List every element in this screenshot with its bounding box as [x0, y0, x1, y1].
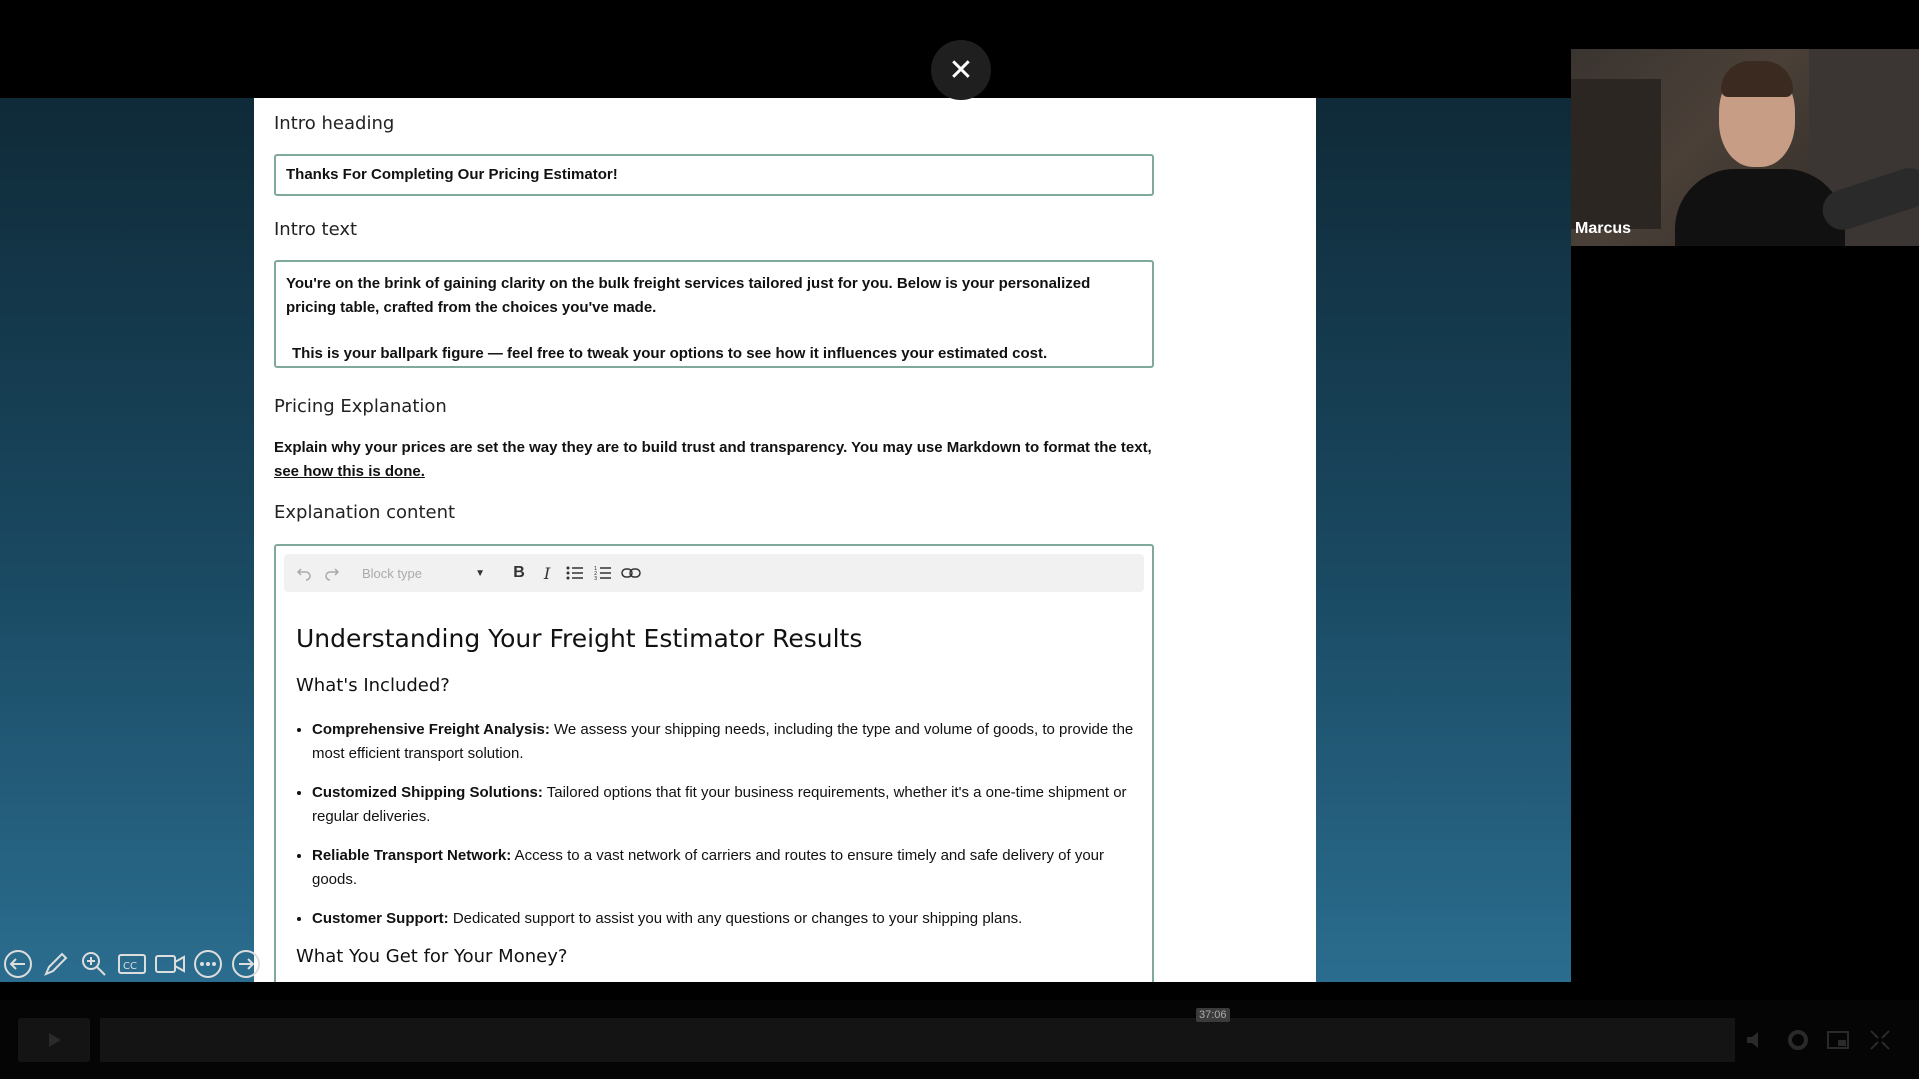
numbered-list-icon[interactable]: 123 — [589, 559, 617, 587]
pricing-explanation-description: Explain why your prices are set the way … — [274, 436, 1154, 484]
money-subheading: What You Get for Your Money? — [296, 946, 568, 967]
content-heading: Understanding Your Freight Estimator Res… — [296, 624, 863, 653]
next-slide-icon[interactable] — [230, 948, 262, 980]
list-item: Customized Shipping Solutions: Tailored … — [312, 781, 1136, 829]
intro-text-paragraph-2: This is your ballpark figure — feel free… — [292, 345, 1048, 362]
link-icon[interactable] — [617, 559, 645, 587]
bulleted-list-icon[interactable] — [561, 559, 589, 587]
play-icon[interactable] — [18, 1018, 90, 1062]
intro-text-paragraph-1: You're on the brink of gaining clarity o… — [286, 275, 1091, 316]
intro-heading-label: Intro heading — [274, 113, 395, 134]
participant-name: Marcus — [1575, 220, 1632, 237]
intro-heading-input[interactable]: Thanks For Completing Our Pricing Estima… — [274, 154, 1154, 196]
previous-slide-icon[interactable] — [2, 948, 34, 980]
exit-fullscreen-icon[interactable] — [1866, 1026, 1894, 1054]
pricing-explanation-label: Pricing Explanation — [274, 396, 447, 417]
pricing-explanation-text: Explain why your prices are set the way … — [274, 439, 1152, 456]
timestamp-tooltip: 37:06 — [1196, 1008, 1230, 1022]
captions-icon[interactable]: CC — [116, 948, 148, 980]
pen-icon[interactable] — [40, 948, 72, 980]
svg-text:CC: CC — [123, 961, 137, 972]
participant-hair — [1721, 61, 1793, 97]
background-shelf — [1571, 79, 1661, 229]
block-type-placeholder: Block type — [362, 565, 422, 581]
shared-screen-form: Intro heading Thanks For Completing Our … — [254, 98, 1316, 982]
more-options-icon[interactable] — [192, 948, 224, 980]
close-icon[interactable]: ✕ — [931, 40, 991, 100]
list-item: Comprehensive Freight Analysis: We asses… — [312, 718, 1136, 766]
included-list: Comprehensive Freight Analysis: We asses… — [296, 718, 1136, 931]
markdown-help-link[interactable]: see how this is done. — [274, 463, 425, 480]
explanation-content-label: Explanation content — [274, 502, 456, 523]
italic-icon[interactable]: I — [533, 559, 561, 587]
svg-text:3: 3 — [594, 576, 597, 581]
intro-text-label: Intro text — [274, 219, 358, 240]
editor-content[interactable]: Understanding Your Freight Estimator Res… — [296, 624, 1136, 967]
presenter-toolbar: CC — [0, 948, 262, 980]
list-item: Customer Support: Dedicated support to a… — [312, 907, 1136, 931]
picture-in-picture-icon[interactable] — [1824, 1026, 1852, 1054]
video-icon[interactable] — [154, 948, 186, 980]
included-subheading: What's Included? — [296, 675, 450, 696]
video-player-controls: 37:06 — [0, 1000, 1919, 1079]
undo-icon[interactable] — [290, 559, 318, 587]
zoom-icon[interactable] — [78, 948, 110, 980]
participant-body — [1675, 169, 1845, 246]
bold-icon[interactable]: B — [505, 559, 533, 587]
caret-down-icon: ▼ — [475, 567, 485, 579]
redo-icon[interactable] — [318, 559, 346, 587]
seek-bar[interactable] — [100, 1018, 1735, 1062]
intro-text-textarea[interactable]: You're on the brink of gaining clarity o… — [274, 260, 1154, 368]
block-type-select[interactable]: Block type ▼ — [356, 559, 491, 587]
settings-gear-icon[interactable] — [1784, 1026, 1812, 1054]
rich-text-editor[interactable]: Block type ▼ B I 123 Understanding Your … — [274, 544, 1154, 982]
list-item: Reliable Transport Network: Access to a … — [312, 844, 1136, 892]
editor-toolbar: Block type ▼ B I 123 — [284, 554, 1144, 592]
volume-icon[interactable] — [1742, 1026, 1770, 1054]
webcam-tile: Marcus — [1571, 49, 1919, 246]
